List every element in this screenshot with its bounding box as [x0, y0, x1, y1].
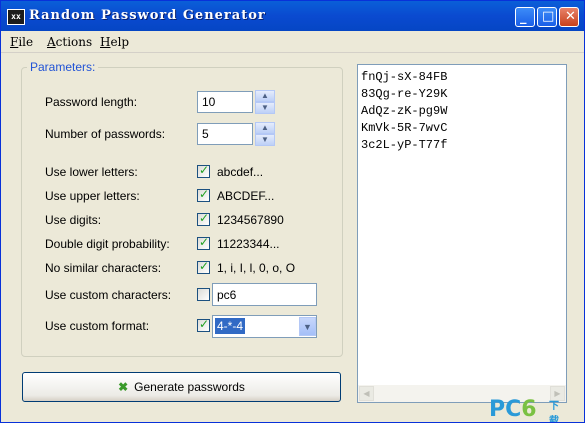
title-bar[interactable]: xx Random Password Generator _ □ ✕ — [1, 1, 584, 31]
dropdown-arrow-icon[interactable]: ▼ — [299, 317, 316, 336]
menu-file-rest: ile — [18, 35, 34, 49]
custom-format-label: Use custom format: — [45, 319, 150, 333]
password-line[interactable]: AdQz-zK-pg9W — [361, 104, 447, 118]
minimize-button[interactable]: _ — [515, 7, 535, 27]
password-line[interactable]: 83Qg-re-Y29K — [361, 87, 447, 101]
check-icon: ✓ — [199, 211, 210, 225]
menu-help[interactable]: Help — [100, 35, 129, 49]
watermark-logo: PC6 下载 — [489, 397, 559, 422]
generate-icon: ✖ — [118, 380, 129, 394]
double-digit-sample: 11223344... — [217, 237, 280, 251]
watermark-part-a: PC — [489, 397, 522, 422]
lower-letters-sample: abcdef... — [217, 165, 264, 179]
parameters-group — [21, 67, 343, 357]
custom-format-checkbox[interactable]: ✓ — [197, 317, 210, 332]
password-length-input[interactable]: 10 — [197, 91, 253, 113]
check-icon: ✓ — [199, 235, 210, 249]
lower-letters-checkbox[interactable]: ✓ — [197, 163, 210, 178]
app-icon[interactable]: xx — [7, 9, 25, 25]
custom-chars-checkbox[interactable] — [197, 288, 210, 301]
no-similar-sample: 1, i, I, l, 0, o, O — [217, 261, 296, 275]
password-line[interactable]: fnQj-sX-84FB — [361, 70, 447, 84]
spin-up-icon[interactable]: ▲ — [255, 122, 275, 134]
watermark-part-c: 下载 — [549, 401, 559, 423]
double-digit-label: Double digit probability: — [45, 237, 170, 251]
lower-letters-label: Use lower letters: — [45, 165, 138, 179]
upper-letters-checkbox[interactable]: ✓ — [197, 187, 210, 202]
custom-format-select[interactable]: 4-*-4 ▼ — [212, 315, 317, 338]
no-similar-label: No similar characters: — [45, 261, 162, 275]
close-button[interactable]: ✕ — [559, 7, 579, 27]
watermark-part-b: 6 — [521, 397, 537, 422]
password-line[interactable]: 3c2L-yP-T77f — [361, 138, 447, 152]
window-title: Random Password Generator — [29, 8, 266, 23]
password-length-spinner[interactable]: ▲ ▼ — [255, 90, 275, 114]
spin-down-icon[interactable]: ▼ — [255, 102, 275, 114]
maximize-button[interactable]: □ — [537, 7, 557, 27]
no-similar-checkbox[interactable]: ✓ — [197, 259, 210, 274]
check-icon: ✓ — [199, 317, 210, 331]
scroll-left-icon[interactable]: ◀ — [359, 386, 374, 401]
spin-down-icon[interactable]: ▼ — [255, 134, 275, 146]
menu-actions-rest: ctions — [55, 35, 93, 49]
minimize-icon: _ — [520, 10, 527, 25]
password-length-label: Password length: — [45, 95, 138, 109]
main-window: xx Random Password Generator _ □ ✕ File … — [0, 0, 585, 423]
custom-chars-input[interactable]: pc6 — [212, 283, 317, 306]
menu-bar: File Actions Help — [1, 31, 584, 53]
check-icon: ✓ — [199, 187, 210, 201]
digits-label: Use digits: — [45, 213, 102, 227]
upper-letters-label: Use upper letters: — [45, 189, 140, 203]
custom-chars-label: Use custom characters: — [45, 288, 172, 302]
menu-actions-accel: A — [47, 35, 56, 49]
password-line[interactable]: KmVk-5R-7wvC — [361, 121, 447, 135]
digits-checkbox[interactable]: ✓ — [197, 211, 210, 226]
menu-help-rest: elp — [110, 35, 130, 49]
maximize-icon: □ — [542, 9, 555, 24]
check-icon: ✓ — [199, 259, 210, 273]
num-passwords-label: Number of passwords: — [45, 127, 166, 141]
custom-format-value: 4-*-4 — [215, 318, 246, 334]
double-digit-checkbox[interactable]: ✓ — [197, 235, 210, 250]
parameters-title: Parameters: — [27, 60, 99, 74]
num-passwords-input[interactable]: 5 — [197, 123, 253, 145]
digits-sample: 1234567890 — [217, 213, 284, 227]
close-icon: ✕ — [565, 9, 576, 24]
spin-up-icon[interactable]: ▲ — [255, 90, 275, 102]
generate-button-label: Generate passwords — [134, 380, 245, 394]
check-icon: ✓ — [199, 163, 210, 177]
menu-file[interactable]: File — [10, 35, 33, 49]
menu-actions[interactable]: Actions — [47, 35, 92, 49]
upper-letters-sample: ABCDEF... — [217, 189, 275, 203]
menu-help-accel: H — [100, 35, 111, 49]
password-output[interactable]: fnQj-sX-84FB 83Qg-re-Y29K AdQz-zK-pg9W K… — [357, 64, 567, 403]
num-passwords-spinner[interactable]: ▲ ▼ — [255, 122, 275, 146]
generate-passwords-button[interactable]: ✖ Generate passwords — [22, 372, 341, 402]
